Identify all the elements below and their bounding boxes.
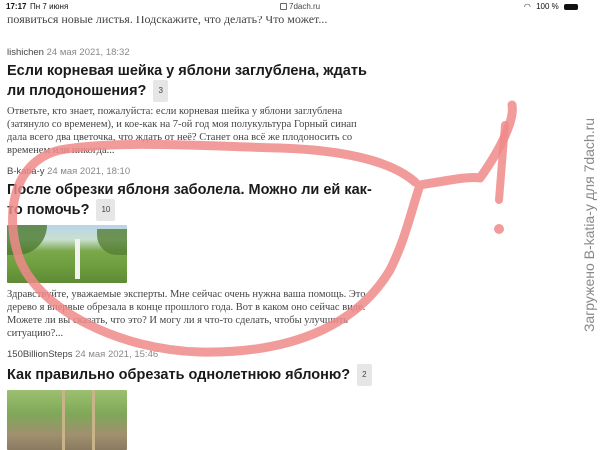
watermark: Загружено B-katia-y для 7dach.ru	[578, 0, 600, 450]
annotation-circle	[8, 100, 517, 357]
annotation-overlay	[8, 100, 517, 357]
watermark-text: Загружено B-katia-y для 7dach.ru	[581, 117, 597, 333]
annotation-exclamation-dot	[494, 224, 504, 234]
